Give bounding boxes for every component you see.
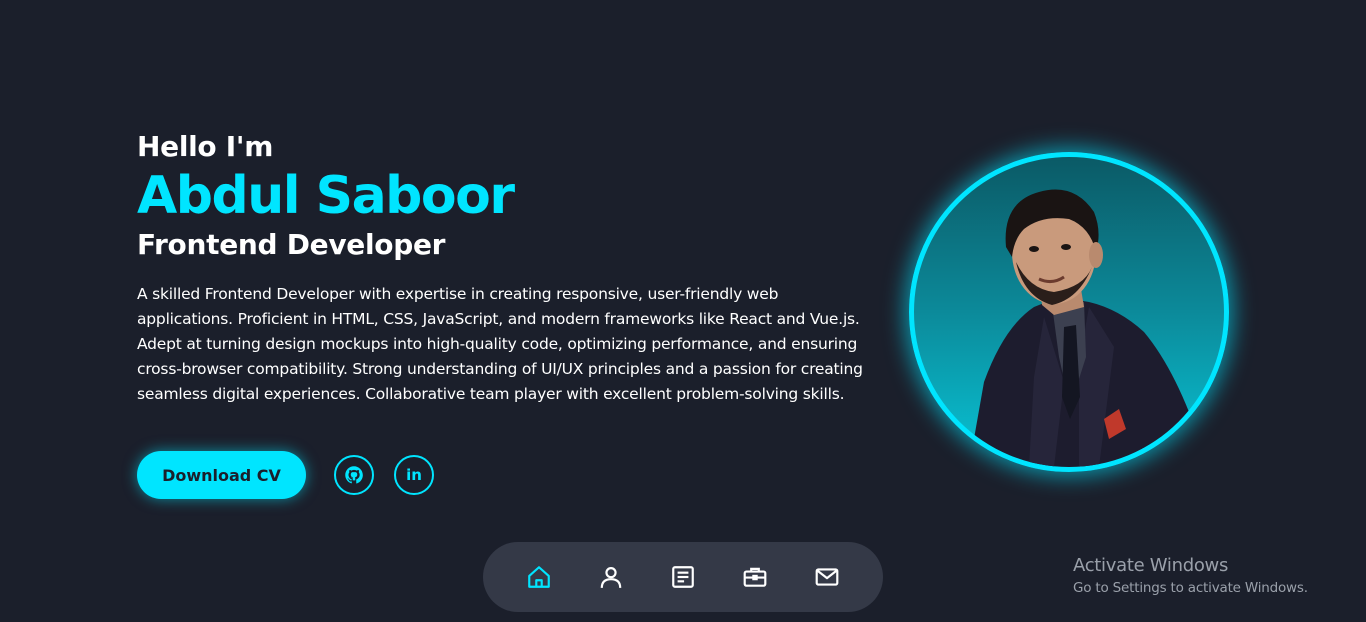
download-cv-button[interactable]: Download CV [137,451,306,499]
document-icon [672,566,694,588]
mail-icon [815,568,839,586]
nav-about[interactable] [575,542,647,612]
hero-name: Abdul Saboor [137,166,515,226]
watermark-subtitle: Go to Settings to activate Windows. [1073,580,1308,596]
nav-resume[interactable] [647,542,719,612]
github-link[interactable] [334,455,374,495]
portfolio-page: Hello I'm Abdul Saboor Frontend Develope… [0,0,1366,622]
windows-activation-watermark: Activate Windows Go to Settings to activ… [1073,554,1308,598]
hero-greeting: Hello I'm [137,130,274,163]
hero-role: Frontend Developer [137,228,446,261]
hero-actions: Download CV in [137,451,434,499]
profile-portrait-image [969,189,1209,467]
nav-home[interactable] [503,542,575,612]
user-icon [600,567,622,588]
briefcase-icon [743,567,767,587]
profile-photo [909,152,1229,472]
watermark-title: Activate Windows [1073,555,1229,576]
nav-portfolio[interactable] [719,542,791,612]
nav-contact[interactable] [791,542,863,612]
github-icon [345,466,363,484]
linkedin-icon: in [406,466,422,484]
hero-bio: A skilled Frontend Developer with expert… [137,285,863,403]
hero-section: Hello I'm Abdul Saboor Frontend Develope… [137,128,867,407]
home-icon [528,566,550,588]
linkedin-link[interactable]: in [394,455,434,495]
bottom-navbar [483,542,883,612]
